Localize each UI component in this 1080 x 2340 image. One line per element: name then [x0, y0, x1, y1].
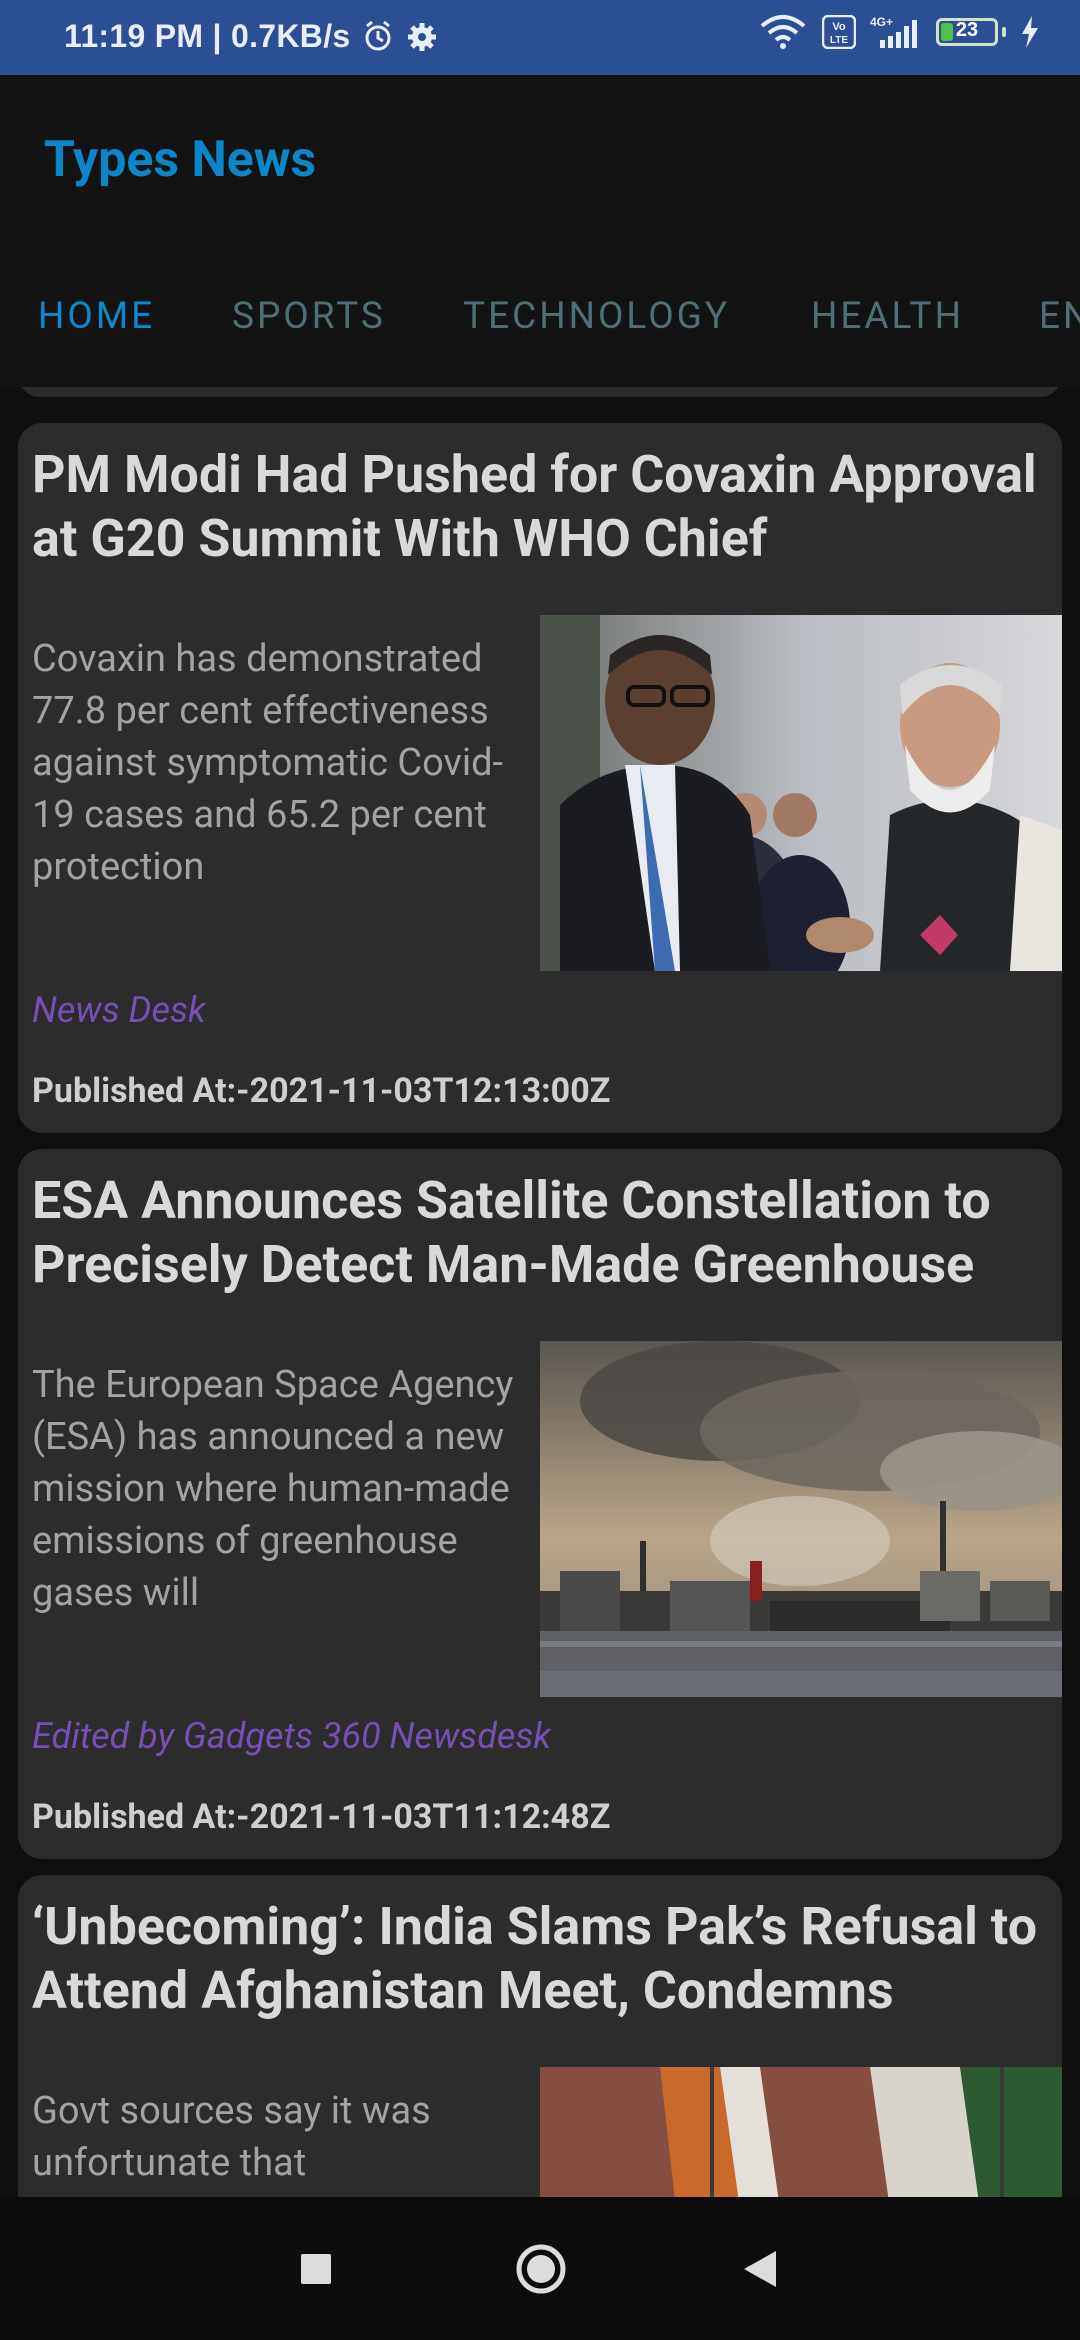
status-right: Vo LTE 4G+ 23 — [758, 14, 1040, 50]
category-tabs[interactable]: HOME SPORTS TECHNOLOGY HEALTH EN — [0, 255, 1080, 375]
system-nav-bar — [0, 2197, 1080, 2340]
svg-text:Vo: Vo — [832, 21, 846, 33]
news-card[interactable]: PM Modi Had Pushed for Covaxin Approval … — [18, 423, 1062, 1133]
article-title[interactable]: ESA Announces Satellite Constellation to… — [32, 1169, 1052, 1297]
svg-text:LTE: LTE — [830, 35, 848, 46]
tab-sports[interactable]: SPORTS — [232, 295, 386, 338]
news-card[interactable]: ‘Unbecoming’: India Slams Pak’s Refusal … — [18, 1875, 1062, 2197]
article-published-date: Published At:-2021-11-03T11:12:48Z — [32, 1797, 611, 1837]
article-published-date: Published At:-2021-11-03T12:13:00Z — [32, 1071, 611, 1111]
article-description: Govt sources say it was unfortunate that — [32, 2089, 431, 2185]
status-left: 11:19 PM | 0.7KB/s — [64, 18, 439, 55]
status-time: 11:19 PM | 0.7KB/s — [64, 18, 351, 54]
settings-icon — [405, 20, 439, 54]
signal-icon: 4G+ — [870, 14, 922, 50]
tab-health[interactable]: HEALTH — [811, 295, 964, 338]
app-bar: Types News HOME SPORTS TECHNOLOGY HEALTH… — [0, 75, 1080, 387]
article-image[interactable] — [540, 1341, 1062, 1697]
home-circle-icon[interactable] — [515, 2243, 567, 2299]
app-title: Types News — [44, 131, 317, 189]
article-author: News Desk — [32, 989, 206, 1031]
tab-home[interactable]: HOME — [38, 295, 155, 338]
article-image[interactable] — [540, 2067, 1062, 2197]
news-feed[interactable]: PM Modi Had Pushed for Covaxin Approval … — [0, 387, 1080, 2197]
article-description: Covaxin has demonstrated 77.8 per cent e… — [32, 637, 504, 889]
previous-card-edge — [18, 387, 1062, 397]
news-card[interactable]: ESA Announces Satellite Constellation to… — [18, 1149, 1062, 1859]
article-title[interactable]: PM Modi Had Pushed for Covaxin Approval … — [32, 443, 1052, 571]
back-triangle-icon[interactable] — [742, 2249, 778, 2293]
article-description: The European Space Agency (ESA) has anno… — [32, 1363, 514, 1615]
charging-icon — [1020, 15, 1040, 49]
battery-icon: 23 — [936, 18, 1006, 46]
tab-technology[interactable]: TECHNOLOGY — [463, 295, 730, 338]
article-image[interactable] — [540, 615, 1062, 971]
status-bar: 11:19 PM | 0.7KB/s Vo LTE 4G+ 23 — [0, 0, 1080, 75]
battery-level: 23 — [955, 19, 979, 41]
alarm-icon — [361, 20, 395, 54]
article-author: Edited by Gadgets 360 Newsdesk — [32, 1715, 552, 1757]
recents-square-icon[interactable] — [300, 2253, 332, 2289]
wifi-icon — [758, 14, 808, 50]
volte-icon: Vo LTE — [822, 15, 856, 49]
tab-entertainment[interactable]: EN — [1039, 295, 1080, 338]
article-title[interactable]: ‘Unbecoming’: India Slams Pak’s Refusal … — [32, 1895, 1052, 2023]
svg-text:4G+: 4G+ — [870, 15, 893, 29]
